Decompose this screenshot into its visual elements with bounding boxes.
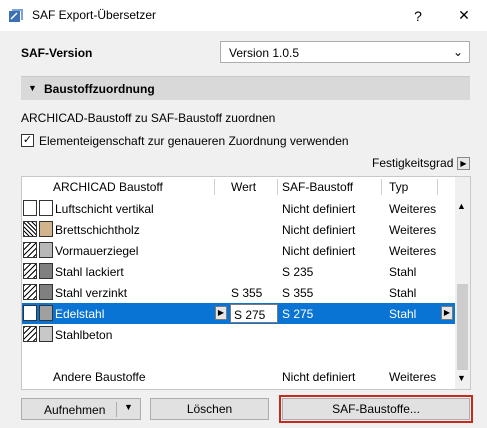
table-row[interactable]: Stahlbeton xyxy=(22,324,455,345)
table-row[interactable]: Stahl lackiert S 235 Stahl xyxy=(22,261,455,282)
add-button[interactable]: Aufnehmen xyxy=(44,403,105,417)
color-swatch xyxy=(39,200,53,216)
material-name: Luftschicht vertikal xyxy=(55,202,154,216)
strength-arrow-button[interactable]: ▶ xyxy=(457,157,470,170)
table-row[interactable]: Luftschicht vertikal Nicht definiert Wei… xyxy=(22,198,455,219)
color-swatch xyxy=(39,242,53,258)
scroll-thumb[interactable] xyxy=(457,284,468,370)
material-name: Edelstahl xyxy=(55,307,105,321)
material-name: Stahl verzinkt xyxy=(55,286,128,300)
saf-material: Nicht definiert xyxy=(282,223,356,237)
table-row[interactable]: Brettschichtholz Nicht definiert Weitere… xyxy=(22,219,455,240)
type-arrow-button[interactable]: ▶ xyxy=(441,306,453,320)
delete-button[interactable]: Löschen xyxy=(150,398,269,420)
material-name: Brettschichtholz xyxy=(55,223,140,237)
scrollbar[interactable]: ▲ ▼ xyxy=(455,177,470,389)
material-type: Weiteres xyxy=(389,202,437,216)
title-bar: SAF Export-Übersetzer ? ✕ xyxy=(0,0,487,31)
version-value: Version 1.0.5 xyxy=(229,46,300,60)
fill-pattern-swatch xyxy=(23,221,37,237)
material-name: Stahlbeton xyxy=(55,328,113,342)
description-text: ARCHICAD-Baustoff zu SAF-Baustoff zuordn… xyxy=(21,111,276,125)
material-list[interactable]: ARCHICAD Baustoff Wert SAF-Baustoff Typ … xyxy=(21,176,471,390)
strength-label: Festigkeitsgrad xyxy=(372,156,454,170)
saf-material: Nicht definiert xyxy=(282,244,356,258)
material-arrow-button[interactable]: ▶ xyxy=(215,306,227,320)
material-name: Vormauerziegel xyxy=(55,244,139,258)
col-header-saf[interactable]: SAF-Baustoff xyxy=(282,180,353,194)
col-header-type[interactable]: Typ xyxy=(389,180,408,194)
section-header[interactable]: ▼ Baustoffzuordnung xyxy=(21,76,470,100)
section-title: Baustoffzuordnung xyxy=(44,82,155,96)
col-header-value[interactable]: Wert xyxy=(231,180,256,194)
saf-material: Nicht definiert xyxy=(282,202,356,216)
value-field-text: S 275 xyxy=(234,308,266,322)
material-type: Stahl xyxy=(389,307,417,321)
fill-pattern-swatch xyxy=(23,305,37,321)
table-row-selected[interactable]: Edelstahl ▶ S 275 S 275 Stahl ▶ xyxy=(22,303,455,324)
element-property-label: Elementeigenschaft zur genaueren Zuordnu… xyxy=(39,134,349,148)
scroll-up-icon[interactable]: ▲ xyxy=(457,201,466,211)
version-select[interactable]: Version 1.0.5 ⌄ xyxy=(220,41,470,63)
chevron-down-icon: ⌄ xyxy=(452,45,463,59)
element-property-checkbox[interactable]: ✓ xyxy=(21,134,34,147)
fill-pattern-swatch xyxy=(23,263,37,279)
fill-pattern-swatch xyxy=(23,242,37,258)
saf-material: S 355 xyxy=(282,286,314,300)
window-title: SAF Export-Übersetzer xyxy=(32,8,157,22)
material-type: Weiteres xyxy=(389,244,437,258)
table-row-other[interactable]: Andere Baustoffe Nicht definiert Weitere… xyxy=(22,366,455,387)
fill-pattern-swatch xyxy=(23,284,37,300)
material-type: Stahl xyxy=(389,265,417,279)
color-swatch xyxy=(39,284,53,300)
fill-pattern-swatch xyxy=(23,200,37,216)
add-dropdown-icon[interactable]: ▼ xyxy=(124,402,133,412)
material-value: S 355 xyxy=(231,286,263,300)
version-label: SAF-Version xyxy=(21,46,93,60)
saf-material: S 235 xyxy=(282,265,314,279)
color-swatch xyxy=(39,305,53,321)
scroll-down-icon[interactable]: ▼ xyxy=(457,373,466,383)
collapse-triangle-icon: ▼ xyxy=(28,83,37,93)
material-name: Stahl lackiert xyxy=(55,265,124,279)
col-header-material[interactable]: ARCHICAD Baustoff xyxy=(53,180,163,194)
material-name: Andere Baustoffe xyxy=(53,370,146,384)
value-field[interactable]: S 275 xyxy=(230,304,278,323)
saf-materials-button[interactable]: SAF-Baustoffe... xyxy=(282,398,470,420)
table-row[interactable]: Stahl verzinkt S 355 S 355 Stahl xyxy=(22,282,455,303)
app-icon xyxy=(9,9,23,22)
saf-material: S 275 xyxy=(282,307,314,321)
material-type: Weiteres xyxy=(389,370,437,384)
material-type: Weiteres xyxy=(389,223,437,237)
fill-pattern-swatch xyxy=(23,326,37,342)
add-button-group[interactable]: Aufnehmen ▼ xyxy=(21,398,141,420)
saf-material: Nicht definiert xyxy=(282,370,356,384)
color-swatch xyxy=(39,326,53,342)
list-header: ARCHICAD Baustoff Wert SAF-Baustoff Typ xyxy=(22,177,455,197)
material-type: Stahl xyxy=(389,286,417,300)
color-swatch xyxy=(39,263,53,279)
help-button[interactable]: ? xyxy=(395,0,441,31)
color-swatch xyxy=(39,221,53,237)
table-row[interactable]: Vormauerziegel Nicht definiert Weiteres xyxy=(22,240,455,261)
close-button[interactable]: ✕ xyxy=(441,0,487,31)
